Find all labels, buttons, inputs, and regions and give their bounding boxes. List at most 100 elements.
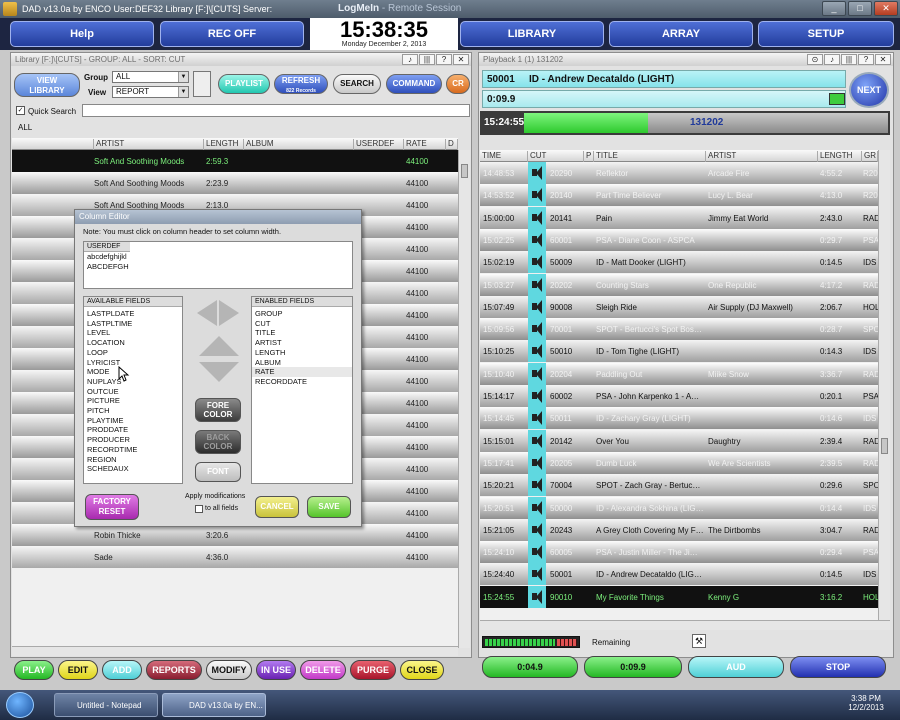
edit-button[interactable]: EDIT bbox=[58, 660, 98, 680]
start-button[interactable] bbox=[6, 692, 34, 718]
available-field-item[interactable]: MODE bbox=[84, 367, 182, 377]
library-hscroll[interactable] bbox=[12, 646, 458, 656]
userdef-item[interactable]: ABCDEFGH bbox=[84, 262, 352, 272]
library-nav-button[interactable]: LIBRARY bbox=[460, 21, 604, 47]
playlist-row[interactable]: 15:10:25 50010 ID - Tom Tighe (LIGHT) 0:14.… bbox=[480, 340, 878, 363]
command-button[interactable]: COMMAND bbox=[386, 74, 442, 94]
playlist-row[interactable]: 15:00:00 20141 Pain Jimmy Eat World 2:43.0 RA… bbox=[480, 206, 878, 229]
col-title[interactable]: TITLE bbox=[594, 151, 706, 162]
userdef-box[interactable]: USERDEF abcdefghijkl ABCDEFGH bbox=[83, 241, 353, 289]
col-rate[interactable]: RATE bbox=[404, 139, 446, 150]
speaker-icon[interactable] bbox=[528, 228, 546, 251]
quick-search-checkbox[interactable]: ✓ bbox=[16, 106, 25, 115]
columns-icon[interactable]: ||| bbox=[419, 54, 435, 65]
col-d[interactable]: D bbox=[446, 139, 458, 150]
cancel-button[interactable]: CANCEL bbox=[255, 496, 299, 518]
col-userdef[interactable]: USERDEF bbox=[354, 139, 404, 150]
speaker-icon[interactable] bbox=[528, 340, 546, 363]
maximize-button[interactable]: □ bbox=[848, 1, 872, 16]
speaker-icon[interactable] bbox=[528, 251, 546, 274]
userdef-item[interactable]: abcdefghijkl bbox=[84, 252, 352, 262]
apply-all-checkbox[interactable] bbox=[195, 505, 203, 513]
font-button[interactable]: FONT bbox=[195, 462, 241, 482]
array-nav-button[interactable]: ARRAY bbox=[609, 21, 753, 47]
play-button[interactable]: PLAY bbox=[14, 660, 54, 680]
enabled-field-item[interactable]: TITLE bbox=[252, 328, 352, 338]
purge-button[interactable]: PURGE bbox=[350, 660, 396, 680]
filter-tab-all[interactable]: ALL bbox=[18, 123, 32, 132]
enabled-field-item[interactable]: LENGTH bbox=[252, 348, 352, 358]
arrow-down-icon[interactable] bbox=[199, 362, 239, 382]
speaker-icon[interactable] bbox=[528, 295, 546, 318]
rec-off-button[interactable]: REC OFF bbox=[160, 21, 304, 47]
playlist-row[interactable]: 15:20:51 50000 ID - Alexandra Sokhina (LIG… bbox=[480, 496, 878, 519]
col-length[interactable]: LENGTH bbox=[818, 151, 862, 162]
available-fields-list[interactable]: AVAILABLE FIELDS LASTPLDATE LASTPLTIME LEV… bbox=[83, 296, 183, 484]
stop-button[interactable]: STOP bbox=[790, 656, 886, 678]
close-icon[interactable]: ✕ bbox=[453, 54, 469, 65]
arrow-left-icon[interactable] bbox=[197, 300, 217, 326]
arrow-right-icon[interactable] bbox=[219, 300, 239, 326]
fore-color-button[interactable]: FORE COLOR bbox=[195, 398, 241, 422]
speaker-icon[interactable] bbox=[528, 585, 546, 608]
reports-button[interactable]: REPORTS bbox=[146, 660, 202, 680]
add-button[interactable]: ADD bbox=[102, 660, 142, 680]
playlist-row[interactable]: 15:02:25 60001 PSA - Diane Coon - ASPCA 0:2… bbox=[480, 228, 878, 251]
help-button[interactable]: Help bbox=[10, 21, 154, 47]
available-field-item[interactable]: SCHEDAUX bbox=[84, 464, 182, 474]
columns-icon[interactable]: ||| bbox=[841, 54, 857, 65]
col-artist[interactable]: ARTIST bbox=[94, 139, 204, 150]
group-select[interactable]: ALL ▼ bbox=[112, 71, 189, 83]
playlist-row[interactable]: 15:14:17 60002 PSA - John Karpenko 1 - Ame… bbox=[480, 385, 878, 407]
col-p[interactable]: P bbox=[584, 151, 594, 162]
refresh-button[interactable]: REFRESH 822 Records bbox=[274, 74, 328, 94]
library-row[interactable]: Soft And Soothing Moods 2:59.3 44100 bbox=[12, 150, 458, 172]
available-field-item[interactable]: RECORDTIME bbox=[84, 445, 182, 455]
available-field-item[interactable]: PRODUCER bbox=[84, 435, 182, 445]
available-field-item[interactable]: LOCATION bbox=[84, 338, 182, 348]
playlist-vscroll[interactable] bbox=[878, 150, 890, 620]
playlist-hscroll[interactable] bbox=[480, 620, 890, 630]
close-button[interactable]: CLOSE bbox=[400, 660, 444, 680]
speaker-icon[interactable] bbox=[528, 496, 546, 519]
available-field-item[interactable]: LASTPLDATE bbox=[84, 309, 182, 319]
library-row[interactable]: Soft And Soothing Moods 2:23.9 44100 bbox=[12, 172, 458, 194]
target-icon[interactable]: ⊙ bbox=[807, 54, 823, 65]
speaker-icon[interactable] bbox=[528, 318, 546, 341]
playlist-row[interactable]: 15:21:05 20243 A Grey Cloth Covering My Fa… bbox=[480, 518, 878, 541]
available-field-item[interactable]: OUTCUE bbox=[84, 387, 182, 397]
help-icon[interactable]: ? bbox=[436, 54, 452, 65]
speaker-icon[interactable] bbox=[528, 206, 546, 229]
enabled-field-item[interactable]: GROUP bbox=[252, 309, 352, 319]
col-album[interactable]: ALBUM bbox=[244, 139, 354, 150]
playlist-row[interactable]: 15:10:40 20204 Paddling Out Miike Snow 3:36.… bbox=[480, 362, 878, 385]
enabled-fields-list[interactable]: ENABLED FIELDS GROUP CUT TITLE ARTIST LENGTH… bbox=[251, 296, 353, 484]
available-field-item[interactable]: NUPLAYS bbox=[84, 377, 182, 387]
library-row[interactable]: Robin Thicke 3:20.6 44100 bbox=[12, 524, 458, 546]
playlist-row[interactable]: 15:24:10 60005 PSA - Justin Miller - The J… bbox=[480, 541, 878, 564]
speaker-icon[interactable] bbox=[528, 385, 546, 407]
col-length[interactable]: LENGTH bbox=[204, 139, 244, 150]
back-color-button[interactable]: BACK COLOR bbox=[195, 430, 241, 454]
playlist-row[interactable]: 15:07:49 90008 Sleigh Ride Air Supply (DJ M… bbox=[480, 295, 878, 318]
enabled-field-item[interactable]: ALBUM bbox=[252, 358, 352, 368]
speaker-icon[interactable] bbox=[528, 162, 546, 184]
taskbar-notepad[interactable]: Untitled - Notepad bbox=[54, 693, 158, 717]
save-button[interactable]: SAVE bbox=[307, 496, 351, 518]
move-arrows-horizontal[interactable] bbox=[193, 296, 243, 330]
playlist-row[interactable]: 15:09:56 70001 SPOT - Bertucci's Spot Bost… bbox=[480, 318, 878, 341]
taskbar-dad[interactable]: DAD v13.0a by EN... bbox=[162, 693, 266, 717]
available-field-item[interactable]: PICTURE bbox=[84, 396, 182, 406]
speaker-icon[interactable] bbox=[528, 518, 546, 541]
enabled-field-item[interactable]: ARTIST bbox=[252, 338, 352, 348]
in-use-button[interactable]: IN USE bbox=[256, 660, 296, 680]
wrench-icon[interactable]: ⚒ bbox=[692, 634, 706, 648]
setup-nav-button[interactable]: SETUP bbox=[758, 21, 894, 47]
playlist-row[interactable]: 15:03:27 20202 Counting Stars One Republic 4… bbox=[480, 273, 878, 296]
speaker-icon[interactable] bbox=[528, 541, 546, 564]
available-field-item[interactable]: LOOP bbox=[84, 348, 182, 358]
available-field-item[interactable]: LYRICIST bbox=[84, 358, 182, 368]
playlist-button[interactable]: PLAYLIST bbox=[218, 74, 270, 94]
available-field-item[interactable]: PLAYTIME bbox=[84, 416, 182, 426]
col-time[interactable]: TIME bbox=[480, 151, 528, 162]
